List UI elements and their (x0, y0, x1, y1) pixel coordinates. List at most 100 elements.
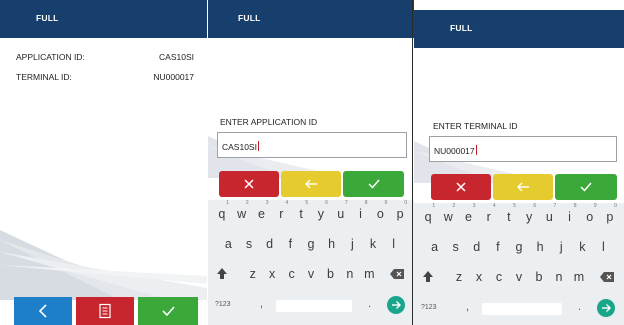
key-label: q (424, 210, 432, 224)
ok-button[interactable] (343, 171, 404, 197)
key-y[interactable]: y6 (519, 203, 539, 231)
key-i[interactable]: i8 (560, 203, 580, 231)
text-cursor (475, 145, 477, 155)
receipt-button[interactable] (76, 297, 134, 325)
delete-key[interactable] (390, 269, 404, 281)
app-header: FULL (208, 0, 414, 38)
key-l[interactable]: l (384, 230, 404, 258)
key-a[interactable]: a (425, 233, 445, 261)
key-t[interactable]: t5 (499, 203, 519, 231)
terminal-id-label: TERMINAL ID: (16, 72, 72, 82)
key-hint: 6 (533, 203, 537, 209)
backspace-button[interactable] (493, 174, 553, 200)
key-y[interactable]: y6 (311, 200, 331, 228)
confirm-button[interactable] (138, 297, 198, 325)
key-b[interactable]: b (320, 260, 340, 288)
checkmark-icon (162, 306, 175, 317)
key-label: e (258, 207, 265, 221)
key-f[interactable]: f (280, 230, 300, 258)
keyboard-row-2: asdfghjkl (414, 233, 624, 261)
key-o[interactable]: o9 (580, 203, 600, 231)
key-i[interactable]: i8 (351, 200, 371, 228)
key-d[interactable]: d (467, 233, 487, 261)
terminal-id-input[interactable]: NU000017 (429, 136, 617, 162)
key-m[interactable]: m (569, 263, 589, 291)
space-bar[interactable] (276, 300, 352, 312)
decorative-fan-graphic (0, 230, 208, 300)
cancel-button[interactable] (219, 171, 279, 197)
entry-prompt: ENTER APPLICATION ID (220, 117, 318, 127)
key-w[interactable]: w2 (232, 200, 252, 228)
key-label: u (545, 210, 553, 224)
period-key[interactable]: . (578, 301, 581, 313)
key-e[interactable]: e3 (459, 203, 479, 231)
ok-button[interactable] (555, 174, 617, 200)
key-q[interactable]: q1 (212, 200, 232, 228)
back-button[interactable] (14, 297, 72, 325)
key-label: i (568, 210, 571, 224)
key-z[interactable]: z (243, 260, 263, 288)
keyboard-row-4: ?123,. (414, 295, 624, 323)
key-r[interactable]: r4 (271, 200, 291, 228)
backspace-button[interactable] (281, 171, 341, 197)
key-s[interactable]: s (446, 233, 466, 261)
header-title: FULL (238, 13, 261, 23)
key-v[interactable]: v (301, 260, 321, 288)
key-x[interactable]: x (262, 260, 282, 288)
keyboard-row-3: zxcvbnm (414, 263, 624, 291)
key-hint: 4 (285, 200, 289, 206)
comma-key[interactable]: , (466, 301, 469, 313)
key-label: u (337, 207, 345, 221)
key-m[interactable]: m (359, 260, 379, 288)
key-h[interactable]: h (322, 230, 342, 258)
key-hint: 8 (364, 200, 368, 206)
key-o[interactable]: o9 (370, 200, 390, 228)
key-s[interactable]: s (239, 230, 259, 258)
enter-terminal-id-screen: FULL ENTER TERMINAL ID NU000017 q1w2e3r4… (414, 0, 624, 325)
space-bar[interactable] (482, 303, 562, 315)
key-u[interactable]: u7 (331, 200, 351, 228)
symbols-key[interactable]: ?123 (215, 301, 231, 308)
period-key[interactable]: . (368, 298, 371, 310)
symbols-key[interactable]: ?123 (421, 304, 437, 311)
backspace-arrow-icon (305, 179, 317, 189)
backspace-key-icon (390, 269, 404, 279)
key-c[interactable]: c (282, 260, 302, 288)
key-r[interactable]: r4 (479, 203, 499, 231)
cancel-button[interactable] (431, 174, 491, 200)
comma-key[interactable]: , (260, 298, 263, 310)
key-a[interactable]: a (218, 230, 238, 258)
key-n[interactable]: n (549, 263, 569, 291)
key-p[interactable]: p0 (390, 200, 410, 228)
key-g[interactable]: g (301, 230, 321, 258)
go-key[interactable] (387, 296, 405, 314)
key-n[interactable]: n (340, 260, 360, 288)
key-b[interactable]: b (529, 263, 549, 291)
key-c[interactable]: c (489, 263, 509, 291)
application-id-input[interactable]: CAS10SI (217, 132, 407, 158)
key-j[interactable]: j (342, 230, 362, 258)
key-p[interactable]: p0 (600, 203, 620, 231)
key-x[interactable]: x (469, 263, 489, 291)
shift-key[interactable] (422, 270, 434, 286)
key-e[interactable]: e3 (252, 200, 272, 228)
key-v[interactable]: v (509, 263, 529, 291)
key-g[interactable]: g (509, 233, 529, 261)
key-f[interactable]: f (488, 233, 508, 261)
backspace-key-icon (600, 272, 614, 282)
go-key[interactable] (597, 299, 615, 317)
key-t[interactable]: t5 (291, 200, 311, 228)
key-j[interactable]: j (551, 233, 571, 261)
key-z[interactable]: z (449, 263, 469, 291)
key-u[interactable]: u7 (539, 203, 559, 231)
shift-key[interactable] (216, 267, 228, 283)
key-k[interactable]: k (363, 230, 383, 258)
key-k[interactable]: k (572, 233, 592, 261)
key-l[interactable]: l (593, 233, 613, 261)
key-w[interactable]: w2 (438, 203, 458, 231)
key-q[interactable]: q1 (418, 203, 438, 231)
key-h[interactable]: h (530, 233, 550, 261)
key-d[interactable]: d (260, 230, 280, 258)
delete-key[interactable] (600, 272, 614, 284)
keyboard-row-3: zxcvbnm (208, 260, 414, 288)
